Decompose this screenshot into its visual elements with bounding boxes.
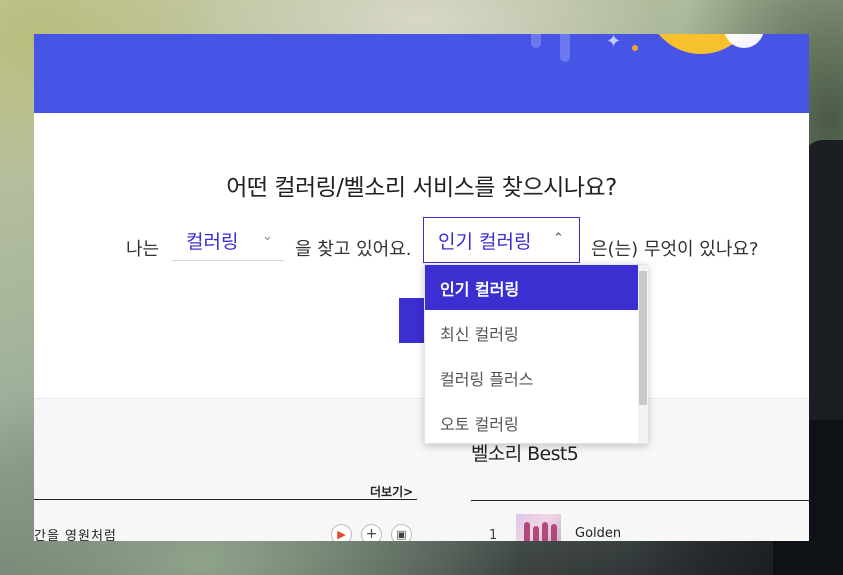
category-select[interactable]: 인기 컬러링 ⌃ bbox=[423, 217, 580, 263]
dropdown-option[interactable]: 최신 컬러링 bbox=[425, 310, 639, 355]
category-dropdown-list: 인기 컬러링 최신 컬러링 컬러링 플러스 오토 컬러링 bbox=[424, 264, 648, 444]
banner-decoration bbox=[632, 45, 638, 51]
sentence-middle: 을 찾고 있어요. bbox=[295, 239, 412, 260]
dropdown-option[interactable]: 인기 컬러링 bbox=[425, 265, 639, 310]
chevron-up-icon: ⌃ bbox=[553, 231, 564, 246]
album-art[interactable] bbox=[516, 514, 561, 541]
header-banner: ✦ bbox=[34, 34, 809, 113]
category-value: 인기 컬러링 bbox=[438, 231, 532, 253]
dropdown-option[interactable]: 컬러링 플러스 bbox=[425, 355, 639, 400]
banner-decoration bbox=[531, 34, 541, 48]
rank-number: 1 bbox=[489, 528, 498, 541]
track-title[interactable]: 간을 영원처럼 bbox=[34, 525, 117, 541]
service-type-select[interactable]: 컬러링 ⌄ bbox=[172, 221, 284, 261]
divider bbox=[471, 500, 809, 501]
banner-decoration bbox=[560, 34, 570, 62]
browser-content: ✦ 어떤 컬러링/벨소리 서비스를 찾으시나요? 나는 을 찾고 있어요. 은(… bbox=[34, 34, 809, 541]
background-object bbox=[803, 140, 843, 440]
sentence-prefix: 나는 bbox=[126, 239, 160, 260]
more-link[interactable]: 더보기> bbox=[370, 483, 413, 500]
banner-illustration bbox=[724, 34, 764, 48]
sentence-suffix: 은(는) 무엇이 있나요? bbox=[591, 239, 759, 260]
chevron-down-icon: ⌄ bbox=[262, 229, 273, 244]
divider bbox=[34, 499, 417, 500]
chart-section bbox=[34, 398, 809, 541]
gift-icon[interactable]: ▣ bbox=[391, 524, 412, 541]
sparkle-icon: ✦ bbox=[606, 34, 622, 52]
bell-track-title[interactable]: Golden bbox=[575, 526, 621, 541]
page-title: 어떤 컬러링/벨소리 서비스를 찾으시나요? bbox=[226, 175, 617, 201]
service-type-value: 컬러링 bbox=[186, 231, 239, 253]
add-icon[interactable]: + bbox=[361, 524, 382, 541]
dropdown-option[interactable]: 오토 컬러링 bbox=[425, 400, 639, 445]
scrollbar-thumb[interactable] bbox=[639, 271, 647, 405]
play-icon[interactable]: ▶ bbox=[331, 524, 352, 541]
search-sentence: 나는 을 찾고 있어요. 은(는) 무엇이 있나요? bbox=[34, 225, 809, 265]
